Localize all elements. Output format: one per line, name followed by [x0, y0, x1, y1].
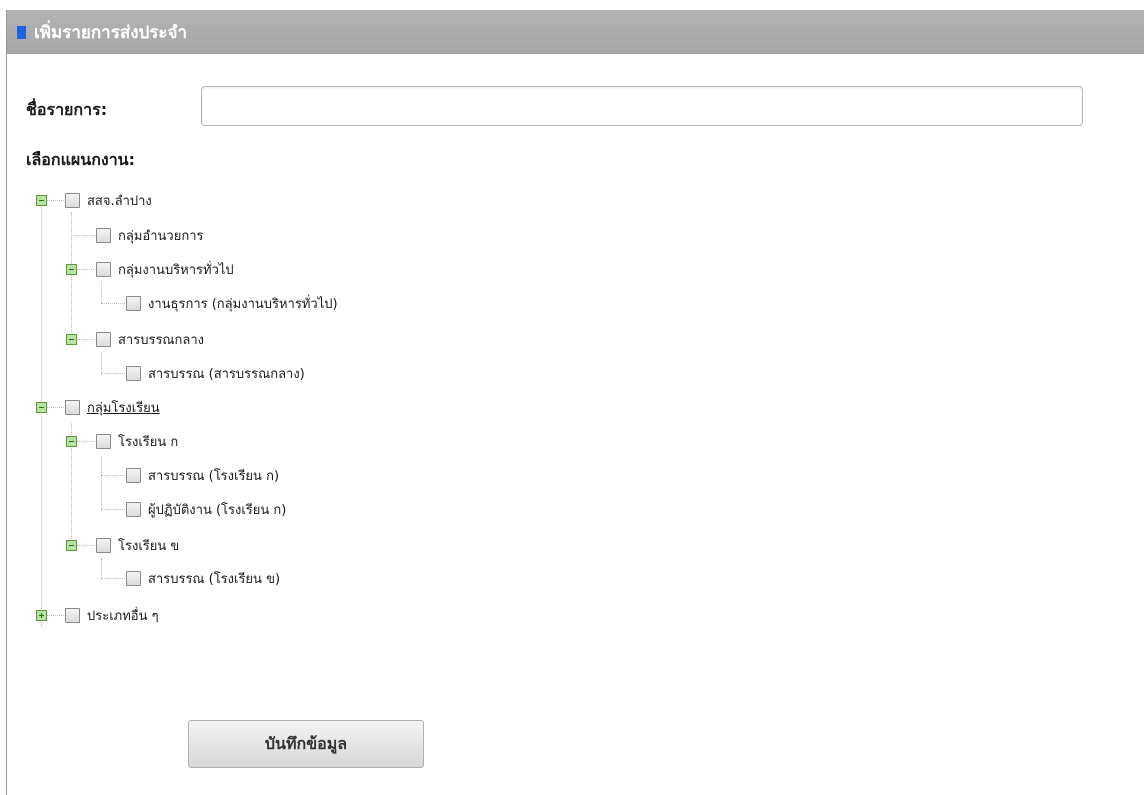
- node-label: สสจ.ลำปาง: [87, 193, 152, 209]
- node-checkbox[interactable]: [126, 570, 141, 586]
- node-label: โรงเรียน ข: [118, 538, 180, 554]
- node-label: สารบรรณ (โรงเรียน ก): [148, 468, 280, 484]
- collapse-icon[interactable]: [66, 263, 77, 275]
- node-label: กลุ่มอำนวยการ: [118, 228, 204, 244]
- square-bullet-icon: [17, 25, 26, 39]
- node-checkbox[interactable]: [126, 365, 141, 381]
- tree-connector: [101, 303, 125, 304]
- tree-connector: [101, 509, 125, 510]
- node-label[interactable]: กลุ่มโรงเรียน: [87, 397, 160, 418]
- tree-connector: [101, 578, 125, 579]
- node-checkbox[interactable]: [96, 537, 111, 553]
- panel-header: เพิ่มรายการส่งประจำ: [7, 10, 1144, 54]
- collapse-icon[interactable]: [36, 401, 47, 413]
- tree-node: สารบรรณ (โรงเรียน ก): [126, 464, 279, 486]
- page-title: เพิ่มรายการส่งประจำ: [34, 22, 188, 43]
- tree-node: โรงเรียน ก: [66, 430, 178, 452]
- node-checkbox[interactable]: [65, 399, 80, 415]
- node-checkbox[interactable]: [126, 501, 141, 517]
- department-label: เลือกแผนกงาน:: [26, 150, 136, 169]
- collapse-icon[interactable]: [66, 435, 77, 447]
- node-checkbox[interactable]: [96, 227, 111, 243]
- tree-node: กลุ่มอำนวยการ: [96, 224, 203, 246]
- node-label: ผู้ปฏิบัติงาน (โรงเรียน ก): [148, 502, 287, 518]
- node-label: งานธุรการ (กลุ่มงานบริหารทั่วไป): [148, 296, 338, 312]
- node-checkbox[interactable]: [96, 433, 111, 449]
- tree-node: ประเภทอื่น ๆ: [36, 604, 159, 626]
- tree-connector: [101, 558, 102, 578]
- tree-node: สสจ.ลำปาง: [36, 189, 152, 211]
- name-input[interactable]: [201, 86, 1083, 126]
- node-checkbox[interactable]: [96, 261, 111, 277]
- tree-node: ผู้ปฏิบัติงาน (โรงเรียน ก): [126, 498, 286, 520]
- expand-icon[interactable]: [36, 609, 47, 621]
- tree-node: สารบรรณ (สารบรรณกลาง): [126, 362, 305, 384]
- tree-connector: [101, 353, 102, 373]
- tree-node: สารบรรณ (โรงเรียน ข): [126, 567, 280, 589]
- tree-node: โรงเรียน ข: [66, 534, 179, 556]
- node-label: โรงเรียน ก: [118, 434, 179, 450]
- node-checkbox[interactable]: [65, 607, 80, 623]
- collapse-icon[interactable]: [66, 539, 77, 551]
- tree-node: กลุ่มโรงเรียน: [36, 396, 160, 418]
- tree-connector: [101, 283, 102, 303]
- node-label: กลุ่มงานบริหารทั่วไป: [118, 262, 234, 278]
- tree-node: งานธุรการ (กลุ่มงานบริหารทั่วไป): [126, 292, 338, 314]
- node-checkbox[interactable]: [65, 192, 80, 208]
- node-checkbox[interactable]: [126, 467, 141, 483]
- save-button[interactable]: บันทึกข้อมูล: [188, 720, 424, 768]
- tree-connector: [101, 373, 125, 374]
- node-checkbox[interactable]: [96, 331, 111, 347]
- name-label: ชื่อรายการ:: [26, 100, 108, 119]
- node-checkbox[interactable]: [126, 295, 141, 311]
- collapse-icon[interactable]: [66, 333, 77, 345]
- tree-node: สารบรรณกลาง: [66, 328, 204, 350]
- node-label: สารบรรณ (สารบรรณกลาง): [148, 366, 305, 382]
- collapse-icon[interactable]: [36, 194, 47, 206]
- node-label: ประเภทอื่น ๆ: [87, 608, 159, 624]
- tree-connector: [101, 475, 125, 476]
- tree-connector: [101, 457, 102, 509]
- node-label: สารบรรณกลาง: [118, 332, 204, 348]
- tree-connector: [71, 235, 96, 236]
- node-label: สารบรรณ (โรงเรียน ข): [148, 571, 281, 587]
- tree-node: กลุ่มงานบริหารทั่วไป: [66, 258, 234, 280]
- name-row: ชื่อรายการ:: [20, 86, 1083, 130]
